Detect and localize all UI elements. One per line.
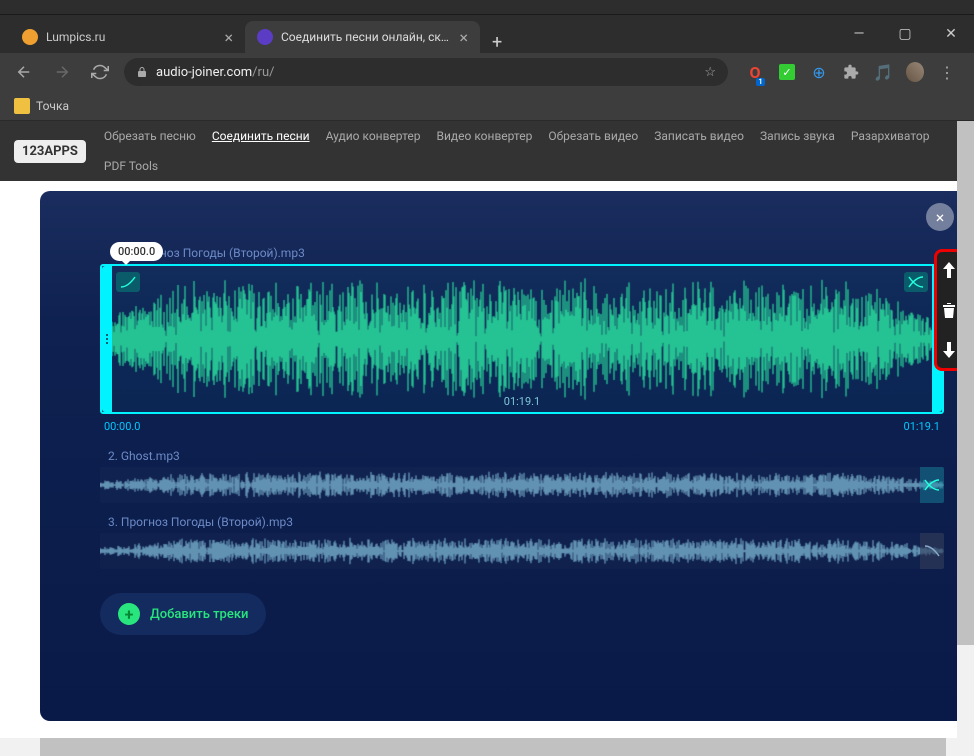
add-tracks-button[interactable]: + Добавить треки bbox=[100, 593, 266, 635]
star-icon[interactable]: ☆ bbox=[704, 65, 716, 80]
close-icon[interactable]: × bbox=[224, 28, 233, 47]
nav-link[interactable]: Разархиватор bbox=[851, 129, 930, 143]
start-time: 00:00.0 bbox=[104, 420, 140, 433]
site-logo[interactable]: 123APPS bbox=[14, 140, 86, 163]
back-button[interactable] bbox=[10, 58, 38, 86]
close-editor-button[interactable]: × bbox=[926, 203, 954, 231]
add-button-label: Добавить треки bbox=[150, 607, 248, 622]
close-window-button[interactable]: ✕ bbox=[928, 15, 974, 53]
minimize-button[interactable]: — bbox=[836, 15, 882, 53]
tab-title: Соединить песни онлайн, склеи bbox=[281, 30, 451, 44]
track-waveform[interactable] bbox=[100, 467, 944, 503]
profile-avatar[interactable] bbox=[906, 63, 924, 81]
delete-button[interactable] bbox=[942, 302, 956, 318]
favicon-icon bbox=[22, 29, 38, 45]
reload-button[interactable] bbox=[86, 58, 114, 86]
bookmark-item[interactable]: Точка bbox=[14, 98, 69, 114]
forward-button[interactable] bbox=[48, 58, 76, 86]
folder-icon bbox=[14, 98, 30, 114]
fade-out-icon[interactable] bbox=[920, 533, 944, 569]
url-input[interactable]: audio-joiner.com/ru/ ☆ bbox=[124, 58, 728, 86]
time-badge: 00:00.0 bbox=[110, 242, 163, 261]
url-text: audio-joiner.com/ru/ bbox=[156, 65, 696, 80]
crossfade-button[interactable] bbox=[904, 272, 928, 292]
bookmarks-bar: Точка bbox=[0, 91, 974, 121]
extension-icon[interactable]: О1 bbox=[746, 63, 764, 81]
new-tab-button[interactable]: + bbox=[480, 32, 514, 53]
fade-in-button[interactable] bbox=[116, 272, 140, 292]
menu-button[interactable]: ⋮ bbox=[938, 63, 956, 81]
move-up-button[interactable] bbox=[942, 262, 956, 278]
track-label: 2. Ghost.mp3 bbox=[100, 449, 944, 463]
audio-editor: × огноз Погоды (Второй).mp3 00:00.0 01:1… bbox=[40, 191, 974, 721]
trim-handle-left[interactable] bbox=[102, 266, 112, 412]
tab-title: Lumpics.ru bbox=[46, 30, 216, 44]
nav-link[interactable]: PDF Tools bbox=[104, 159, 158, 173]
lock-icon bbox=[136, 66, 148, 78]
browser-tab-inactive[interactable]: Lumpics.ru × bbox=[10, 21, 245, 53]
tab-bar: Lumpics.ru × Соединить песни онлайн, скл… bbox=[0, 15, 974, 53]
site-header: 123APPS Обрезать песню Соединить песни Ауд… bbox=[0, 121, 974, 181]
address-bar: audio-joiner.com/ru/ ☆ О1 ✓ ⊕ 🎵 ⋮ bbox=[0, 53, 974, 91]
nav-link[interactable]: Соединить песни bbox=[212, 129, 310, 143]
move-down-button[interactable] bbox=[942, 342, 956, 358]
nav-link[interactable]: Обрезать песню bbox=[104, 129, 196, 143]
nav-link[interactable]: Записать видео bbox=[654, 129, 744, 143]
maximize-button[interactable]: ▢ bbox=[882, 15, 928, 53]
nav-link[interactable]: Аудио конвертер bbox=[326, 129, 421, 143]
track-label: 3. Прогноз Погоды (Второй).mp3 bbox=[100, 515, 944, 529]
duration-label: 01:19.1 bbox=[504, 395, 540, 408]
nav-link[interactable]: Запись звука bbox=[760, 129, 835, 143]
vertical-scrollbar[interactable] bbox=[957, 121, 974, 738]
plus-icon: + bbox=[118, 603, 140, 625]
waveform-canvas[interactable] bbox=[102, 266, 942, 412]
close-icon[interactable]: × bbox=[459, 28, 468, 47]
favicon-icon bbox=[257, 29, 273, 45]
track-waveform[interactable] bbox=[100, 533, 944, 569]
extension-icon[interactable]: ✓ bbox=[778, 63, 796, 81]
active-waveform[interactable]: 00:00.0 01:19.1 bbox=[100, 264, 944, 414]
extension-icon[interactable]: 🎵 bbox=[874, 63, 892, 81]
nav-link[interactable]: Обрезать видео bbox=[548, 129, 638, 143]
end-time: 01:19.1 bbox=[904, 420, 940, 433]
crossfade-icon[interactable] bbox=[920, 467, 944, 503]
nav-link[interactable]: Видео конвертер bbox=[436, 129, 532, 143]
extensions-button[interactable] bbox=[842, 63, 860, 81]
bookmark-label: Точка bbox=[36, 99, 69, 113]
active-track-title: огноз Погоды (Второй).mp3 bbox=[140, 246, 944, 260]
horizontal-scrollbar[interactable] bbox=[0, 738, 974, 756]
browser-tab-active[interactable]: Соединить песни онлайн, склеи × bbox=[245, 21, 480, 53]
extension-icon[interactable]: ⊕ bbox=[810, 63, 828, 81]
